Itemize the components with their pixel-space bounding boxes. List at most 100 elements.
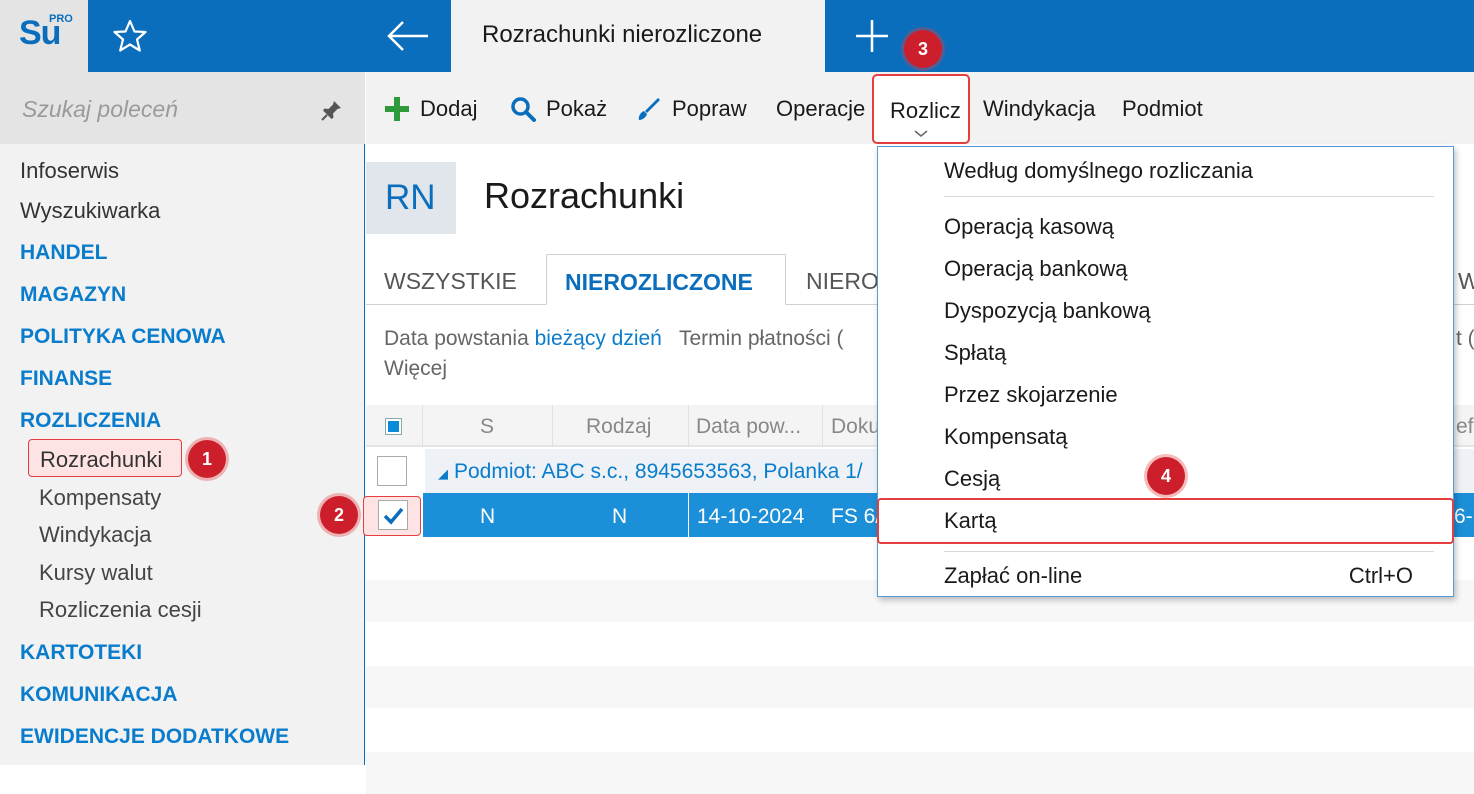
filter-date-value[interactable]: bieżący dzień bbox=[535, 327, 662, 350]
sidebar-category-magazyn[interactable]: MAGAZYN bbox=[20, 283, 126, 307]
app-logo[interactable]: Su PRO bbox=[0, 0, 88, 72]
sidebar-item-kursy-walut[interactable]: Kursy walut bbox=[39, 560, 153, 586]
settle-button-label: Rozlicz bbox=[890, 98, 961, 123]
collection-button-label: Windykacja bbox=[983, 96, 1096, 121]
group-row-checkbox[interactable] bbox=[377, 456, 407, 486]
row-checkbox[interactable] bbox=[378, 500, 408, 530]
step-badge-3: 3 bbox=[904, 30, 942, 68]
module-badge: RN bbox=[366, 162, 456, 234]
column-rodzaj[interactable]: Rodzaj bbox=[586, 415, 651, 439]
column-data-powstania[interactable]: Data pow... bbox=[696, 415, 801, 439]
tab-title: Rozrachunki nierozliczone bbox=[482, 21, 763, 48]
empty-row bbox=[366, 666, 1474, 708]
add-button[interactable]: Dodaj bbox=[384, 96, 477, 122]
step-badge-2: 2 bbox=[320, 496, 358, 534]
menu-item-domyslne[interactable]: Według domyślnego rozliczania bbox=[944, 158, 1253, 184]
menu-item-operacja-bankowa[interactable]: Operacją bankową bbox=[944, 256, 1127, 282]
operations-button-label: Operacje bbox=[776, 96, 866, 121]
more-filters-link[interactable]: Więcej bbox=[384, 357, 447, 381]
cell-separator bbox=[688, 493, 689, 537]
menu-item-highlight bbox=[877, 498, 1454, 544]
new-tab-plus-icon[interactable] bbox=[852, 16, 892, 56]
entity-button-label: Podmiot bbox=[1122, 96, 1203, 121]
tab-rozrachunki-nierozliczone[interactable]: Rozrachunki nierozliczone bbox=[451, 0, 825, 72]
column-s[interactable]: S bbox=[480, 415, 494, 439]
cell-s: N bbox=[480, 505, 496, 528]
expand-triangle-icon[interactable]: ◢ bbox=[438, 466, 448, 481]
favorites-star-icon[interactable] bbox=[110, 18, 150, 54]
menu-shortcut: Ctrl+O bbox=[1348, 563, 1413, 588]
menu-item-przez-skojarzenie[interactable]: Przez skojarzenie bbox=[944, 382, 1118, 408]
menu-item-kompensata[interactable]: Kompensatą bbox=[944, 424, 1068, 450]
group-row-label[interactable]: ◢ Podmiot: ABC s.c., 8945653563, Polanka … bbox=[438, 460, 863, 484]
filter-date-label: Data powstania bbox=[384, 327, 529, 350]
tab-next-partial[interactable]: NIERO bbox=[806, 268, 879, 295]
sidebar-item-rozliczenia-cesji[interactable]: Rozliczenia cesji bbox=[39, 597, 202, 623]
show-button-label: Pokaż bbox=[546, 96, 608, 121]
column-right-partial[interactable]: ef bbox=[1456, 415, 1474, 439]
menu-item-cesja[interactable]: Cesją bbox=[944, 466, 1000, 492]
step-badge-4: 4 bbox=[1147, 457, 1185, 495]
sidebar-category-kartoteki[interactable]: KARTOTEKI bbox=[20, 641, 142, 665]
module-badge-text: RN bbox=[385, 178, 436, 217]
sidebar-category-ewidencje-dodatkowe[interactable]: EWIDENCJE DODATKOWE bbox=[20, 725, 289, 749]
pin-icon[interactable] bbox=[320, 98, 344, 122]
group-row-text: Podmiot: ABC s.c., 8945653563, Polanka 1… bbox=[454, 460, 863, 483]
search-icon bbox=[511, 97, 536, 122]
add-button-label: Dodaj bbox=[420, 96, 478, 121]
plus-icon bbox=[385, 97, 409, 121]
page-title: Rozrachunki bbox=[484, 175, 685, 216]
filter-bar: Data powstania bieżący dzień Termin płat… bbox=[384, 327, 844, 351]
chevron-down-icon bbox=[914, 130, 928, 137]
entity-button[interactable]: Podmiot bbox=[1122, 96, 1203, 122]
column-separator bbox=[822, 405, 823, 447]
sidebar: Szukaj poleceń Infoserwis Wyszukiwarka H… bbox=[0, 72, 365, 765]
sidebar-category-handel[interactable]: HANDEL bbox=[20, 241, 108, 265]
menu-item-splata[interactable]: Spłatą bbox=[944, 340, 1006, 366]
menu-divider bbox=[944, 196, 1434, 197]
cell-right-partial: 6- bbox=[1454, 505, 1473, 528]
cell-rodzaj: N bbox=[612, 505, 628, 528]
operations-button[interactable]: Operacje bbox=[776, 96, 865, 122]
show-button[interactable]: Pokaż bbox=[510, 96, 607, 122]
collection-button[interactable]: Windykacja bbox=[983, 96, 1095, 122]
top-bar: Su PRO Rozrachunki nierozliczone bbox=[0, 0, 1474, 72]
column-dokument[interactable]: Doku bbox=[831, 415, 880, 439]
sidebar-category-polityka-cenowa[interactable]: POLITYKA CENOWA bbox=[20, 325, 226, 349]
empty-row bbox=[366, 752, 1474, 794]
sidebar-category-komunikacja[interactable]: KOMUNIKACJA bbox=[20, 683, 178, 707]
sidebar-item-rozrachunki[interactable]: Rozrachunki bbox=[28, 439, 182, 477]
tab-nierozliczone-label: NIEROZLICZONE bbox=[565, 269, 753, 295]
menu-item-dyspozycja-bankowa[interactable]: Dyspozycją bankową bbox=[944, 298, 1151, 324]
filter-due-label: Termin płatności ( bbox=[678, 327, 844, 350]
step-badge-1: 1 bbox=[188, 440, 226, 478]
menu-item-operacja-kasowa[interactable]: Operacją kasową bbox=[944, 214, 1114, 240]
brush-icon bbox=[638, 98, 660, 120]
back-arrow-icon[interactable] bbox=[384, 16, 432, 56]
column-separator bbox=[688, 405, 689, 447]
cell-data: 14-10-2024 bbox=[697, 505, 805, 528]
sidebar-category-rozliczenia[interactable]: ROZLICZENIA bbox=[20, 409, 161, 433]
sidebar-item-windykacja[interactable]: Windykacja bbox=[39, 522, 151, 548]
search-placeholder: Szukaj poleceń bbox=[22, 96, 178, 122]
column-separator bbox=[552, 405, 553, 447]
cell-dokument: FS 6/ bbox=[831, 505, 882, 528]
menu-item-zaplac-online[interactable]: Zapłać on-line bbox=[944, 563, 1082, 589]
tab-nierozliczone[interactable]: NIEROZLICZONE bbox=[546, 254, 786, 305]
sidebar-item-infoserwis[interactable]: Infoserwis bbox=[20, 158, 119, 184]
sidebar-item-kompensaty[interactable]: Kompensaty bbox=[39, 485, 161, 511]
sidebar-item-wyszukiwarka[interactable]: Wyszukiwarka bbox=[20, 198, 160, 224]
edit-button[interactable]: Popraw bbox=[636, 96, 747, 122]
menu-divider bbox=[944, 551, 1434, 552]
select-all-checkbox[interactable] bbox=[385, 418, 402, 435]
edit-button-label: Popraw bbox=[672, 96, 747, 121]
logo-superscript: PRO bbox=[49, 13, 73, 25]
filter-right-partial: t ( bbox=[1456, 327, 1474, 350]
column-separator bbox=[422, 405, 423, 447]
settle-button[interactable]: Rozlicz bbox=[872, 74, 970, 144]
check-icon bbox=[383, 507, 404, 525]
tab-wszystkie[interactable]: WSZYSTKIE bbox=[384, 268, 517, 295]
sidebar-category-finanse[interactable]: FINANSE bbox=[20, 367, 112, 391]
command-search-input[interactable]: Szukaj poleceń bbox=[0, 72, 365, 144]
tab-right-partial[interactable]: W bbox=[1458, 268, 1474, 295]
